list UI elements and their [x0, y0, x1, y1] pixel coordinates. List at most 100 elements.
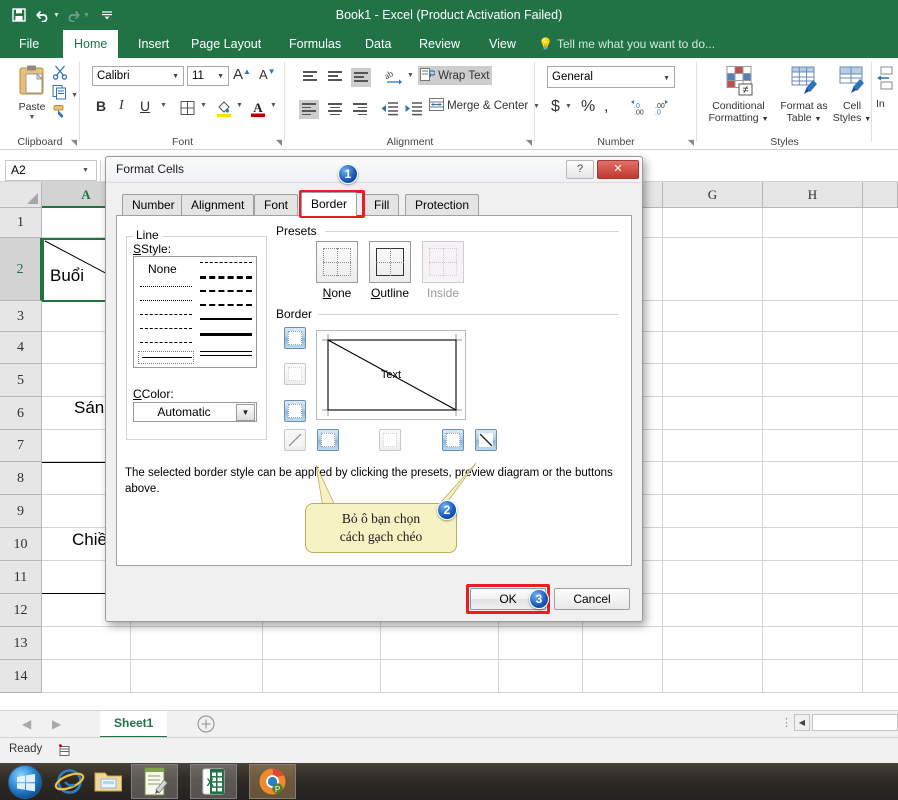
dialog-tab-fill[interactable]: Fill: [364, 194, 400, 216]
top-align-button[interactable]: [301, 70, 319, 86]
border-right-button[interactable]: [442, 429, 464, 451]
line-style-medium-dashed[interactable]: [200, 304, 252, 306]
format-as-table-button[interactable]: Format as Table ▼: [775, 66, 833, 126]
font-color-dropdown-icon[interactable]: ▼: [270, 102, 277, 109]
prev-sheet-button[interactable]: ◀: [22, 717, 31, 731]
dialog-tab-border[interactable]: Border: [301, 192, 358, 216]
accounting-format-button[interactable]: $: [551, 98, 560, 116]
tab-review[interactable]: Review: [408, 30, 471, 58]
border-vertical-inside-button[interactable]: [379, 429, 401, 451]
internet-explorer-icon[interactable]: [54, 766, 85, 797]
line-style-none[interactable]: None: [148, 262, 177, 276]
chevron-down-icon[interactable]: ▼: [762, 116, 769, 123]
border-bottom-button[interactable]: [284, 400, 306, 422]
line-style-thick-solid[interactable]: [200, 333, 252, 337]
dialog-tab-font[interactable]: Font: [254, 194, 299, 216]
orientation-dropdown-icon[interactable]: ▼: [407, 72, 414, 79]
number-format-combo[interactable]: General ▼: [547, 66, 675, 88]
increase-font-size-button[interactable]: A▲: [233, 66, 251, 83]
borders-dropdown-icon[interactable]: ▼: [200, 102, 207, 109]
line-style-dotted[interactable]: [140, 300, 192, 301]
format-painter-button[interactable]: [52, 104, 68, 123]
notepad-icon[interactable]: [139, 766, 170, 797]
cancel-button[interactable]: Cancel: [554, 588, 630, 610]
file-explorer-icon[interactable]: [93, 766, 124, 797]
col-header-G[interactable]: G: [663, 182, 763, 208]
wrap-text-button[interactable]: Wrap Text: [418, 66, 492, 85]
line-style-thin-solid-selected[interactable]: [138, 351, 194, 364]
dialog-close-button[interactable]: ✕: [597, 160, 639, 179]
tab-file[interactable]: File: [8, 30, 50, 58]
line-style-dotted-fine[interactable]: [140, 286, 192, 287]
copy-button[interactable]: ▼: [52, 84, 78, 103]
accounting-dropdown-icon[interactable]: ▼: [565, 103, 572, 110]
bottom-align-button[interactable]: [351, 68, 371, 87]
insert-cells-button[interactable]: In: [876, 66, 898, 110]
row-header-10[interactable]: 10: [0, 528, 42, 561]
hscroll-thumb[interactable]: [812, 714, 898, 731]
row-header-14[interactable]: 14: [0, 660, 42, 693]
fill-color-dropdown-icon[interactable]: ▼: [236, 102, 243, 109]
bold-button[interactable]: B: [96, 98, 106, 114]
borders-button[interactable]: [180, 100, 196, 119]
dialog-tab-protection[interactable]: Protection: [405, 194, 480, 216]
tab-home[interactable]: Home: [63, 30, 119, 58]
border-left-button[interactable]: [317, 429, 339, 451]
row-header-8[interactable]: 8: [0, 462, 42, 495]
decrease-font-size-button[interactable]: A▼: [259, 67, 276, 82]
row-header-6[interactable]: 6: [0, 397, 42, 430]
decrease-decimal-button[interactable]: .00 .0: [654, 100, 672, 119]
name-box-dropdown-icon[interactable]: ▼: [82, 160, 89, 181]
next-sheet-button[interactable]: ▶: [52, 717, 61, 731]
row-header-11[interactable]: 11: [0, 561, 42, 594]
preset-outline-button[interactable]: [369, 241, 411, 283]
row-header-12[interactable]: 12: [0, 594, 42, 627]
middle-align-button[interactable]: [326, 70, 344, 86]
merge-center-button[interactable]: Merge & Center: [429, 98, 528, 112]
fill-color-button[interactable]: [216, 100, 232, 121]
border-preview-box[interactable]: Text: [316, 330, 466, 420]
paste-dropdown-icon[interactable]: ▼: [6, 114, 58, 121]
border-diagonal-up-button[interactable]: [284, 429, 306, 451]
row-header-4[interactable]: 4: [0, 332, 42, 364]
chevron-down-icon[interactable]: ▼: [172, 67, 179, 86]
tell-me-box[interactable]: 💡 Tell me what you want to do...: [538, 30, 715, 58]
paste-button[interactable]: Paste ▼: [6, 64, 58, 121]
italic-button[interactable]: I: [119, 98, 124, 114]
dialog-help-button[interactable]: ?: [566, 160, 594, 179]
line-style-dash-dot-dot[interactable]: [200, 262, 252, 263]
underline-button[interactable]: U: [140, 98, 150, 114]
line-style-double[interactable]: [200, 351, 252, 356]
decrease-indent-button[interactable]: [381, 101, 399, 119]
row-header-3[interactable]: 3: [0, 301, 42, 332]
col-header-i[interactable]: [863, 182, 898, 208]
tab-view[interactable]: View: [478, 30, 527, 58]
hscroll-left-button[interactable]: ◀: [794, 714, 810, 731]
sheet-tab-sheet1[interactable]: Sheet1: [100, 711, 168, 738]
chevron-down-icon[interactable]: ▼: [815, 116, 822, 123]
line-color-combo[interactable]: Automatic ▼: [133, 402, 257, 422]
row-header-7[interactable]: 7: [0, 430, 42, 462]
tab-page-layout[interactable]: Page Layout: [180, 30, 272, 58]
chevron-down-icon[interactable]: ▼: [236, 404, 255, 421]
line-style-listbox[interactable]: None: [133, 256, 257, 368]
number-dialog-launcher[interactable]: ◥: [688, 138, 694, 147]
line-style-dashed-fine[interactable]: [140, 314, 192, 315]
font-size-combo[interactable]: 11 ▼: [187, 66, 229, 86]
line-style-dash-dot[interactable]: [140, 328, 192, 329]
underline-dropdown-icon[interactable]: ▼: [160, 102, 167, 109]
line-style-slanted-dash-dot[interactable]: [200, 276, 252, 279]
col-header-H[interactable]: H: [763, 182, 863, 208]
chrome-icon[interactable]: P: [257, 766, 288, 797]
line-style-medium-dash-dot[interactable]: [200, 290, 252, 292]
border-horizontal-inside-button[interactable]: [284, 363, 306, 385]
align-left-button[interactable]: [299, 100, 319, 119]
row-header-2[interactable]: 2: [0, 238, 42, 301]
increase-indent-button[interactable]: [405, 101, 423, 119]
border-top-button[interactable]: [284, 327, 306, 349]
font-color-button[interactable]: A: [250, 99, 266, 121]
chevron-down-icon[interactable]: ▼: [663, 68, 670, 89]
row-header-1[interactable]: 1: [0, 208, 42, 238]
cut-button[interactable]: [52, 64, 68, 83]
clipboard-dialog-launcher[interactable]: ◥: [71, 138, 77, 147]
